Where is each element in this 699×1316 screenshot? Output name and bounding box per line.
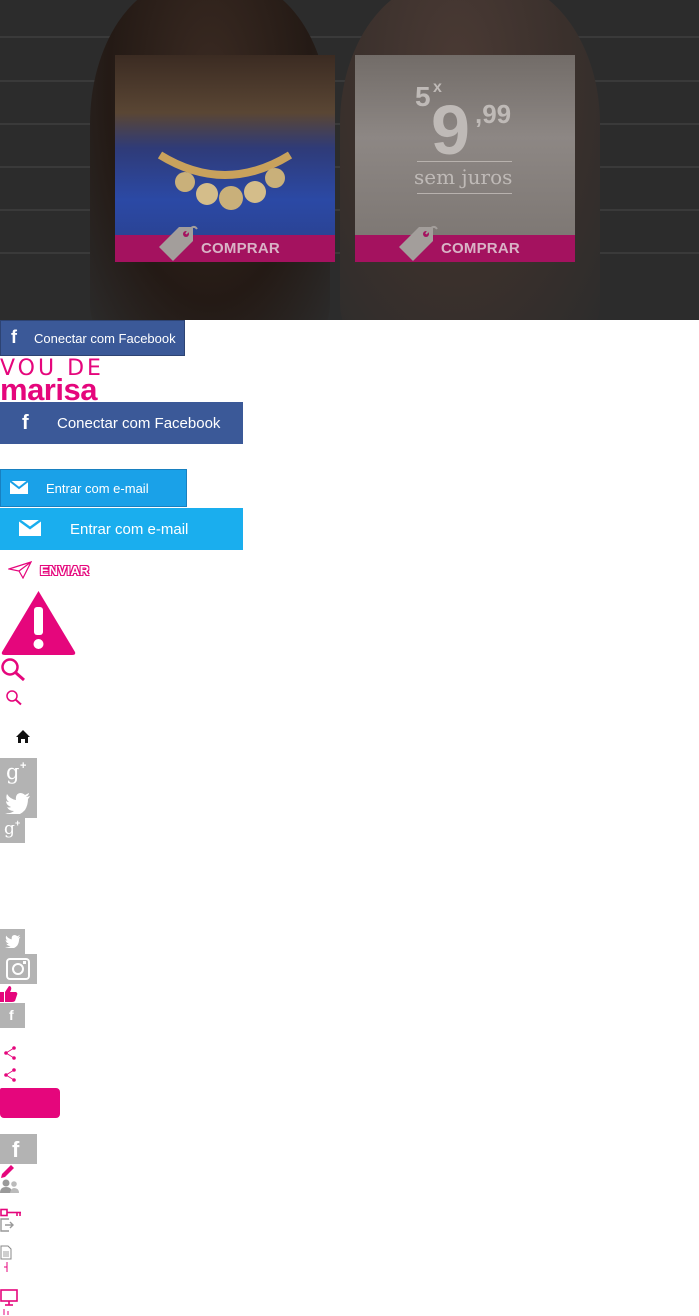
thumbs-up-icon[interactable] bbox=[0, 985, 18, 1002]
plus-glyph: + bbox=[15, 818, 21, 828]
price-note: sem juros bbox=[414, 165, 513, 189]
search-icon[interactable] bbox=[5, 689, 23, 706]
buy-bar[interactable]: COMPRAR bbox=[115, 225, 335, 262]
google-plus-icon: g bbox=[6, 760, 20, 784]
home-icon[interactable] bbox=[15, 729, 31, 744]
facebook-icon: f bbox=[22, 412, 29, 434]
monitor-icon[interactable] bbox=[0, 1289, 18, 1315]
installments-count: 5 bbox=[415, 81, 431, 112]
twitter-icon bbox=[5, 793, 30, 814]
product-card-necklace[interactable]: COMPRAR bbox=[115, 55, 335, 262]
divider bbox=[417, 161, 512, 162]
facebook-connect-label: Conectar com Facebook bbox=[34, 331, 176, 346]
pencil-icon[interactable] bbox=[0, 1164, 16, 1179]
divider bbox=[417, 193, 512, 194]
facebook-share-button[interactable]: f bbox=[0, 1134, 37, 1164]
facebook-icon: f bbox=[12, 1137, 20, 1162]
mail-icon bbox=[10, 481, 28, 494]
paper-plane-icon bbox=[8, 561, 32, 579]
buy-label: COMPRAR bbox=[201, 240, 280, 257]
instagram-button[interactable] bbox=[0, 954, 37, 984]
price-integer: 9 bbox=[431, 91, 470, 169]
key-icon[interactable] bbox=[0, 1208, 22, 1218]
facebook-icon: f bbox=[11, 327, 17, 347]
twitter-button-small[interactable] bbox=[0, 929, 25, 954]
facebook-connect-button[interactable]: f Conectar com Facebook bbox=[0, 320, 185, 356]
facebook-connect-label: Conectar com Facebook bbox=[57, 415, 221, 432]
share-icon[interactable] bbox=[4, 1068, 16, 1082]
users-icon[interactable] bbox=[0, 1179, 20, 1193]
google-plus-button-small[interactable]: g + bbox=[0, 818, 25, 843]
pink-action-button[interactable] bbox=[0, 1088, 60, 1118]
twitter-icon bbox=[5, 935, 21, 948]
email-login-button-large[interactable]: Entrar com e-mail bbox=[0, 508, 243, 550]
price-decimal: ,99 bbox=[475, 99, 512, 129]
email-login-button[interactable]: Entrar com e-mail bbox=[0, 469, 187, 507]
google-plus-button[interactable]: g + bbox=[0, 758, 37, 788]
buy-bar[interactable]: COMPRAR bbox=[355, 225, 575, 262]
email-login-label: Entrar com e-mail bbox=[46, 481, 149, 496]
logout-icon[interactable] bbox=[0, 1218, 14, 1232]
plus-glyph: + bbox=[20, 760, 27, 772]
share-icon[interactable] bbox=[4, 1046, 16, 1060]
instagram-icon bbox=[6, 958, 30, 980]
facebook-share-button-small[interactable]: f bbox=[0, 1003, 25, 1028]
facebook-connect-button-large[interactable]: f Conectar com Facebook bbox=[0, 402, 243, 444]
buy-label: COMPRAR bbox=[441, 240, 520, 257]
send-button[interactable]: ENVIAR bbox=[40, 563, 89, 578]
document-icon[interactable] bbox=[0, 1245, 12, 1273]
price-tag-icon bbox=[159, 225, 198, 261]
warning-icon bbox=[1, 591, 76, 655]
product-card-price[interactable]: 5 x 9 ,99 sem juros COMPRAR bbox=[355, 55, 575, 262]
necklace-image bbox=[157, 151, 293, 210]
google-plus-icon: g bbox=[4, 819, 15, 839]
search-icon[interactable] bbox=[0, 657, 26, 681]
email-login-label: Entrar com e-mail bbox=[70, 521, 189, 538]
twitter-button[interactable] bbox=[0, 788, 37, 818]
price-tag-icon bbox=[399, 225, 438, 261]
facebook-icon: f bbox=[9, 1007, 14, 1023]
hero-banner: COMPRAR 5 x 9 ,99 sem juros COMPRAR bbox=[0, 0, 699, 320]
mail-icon bbox=[19, 520, 41, 536]
